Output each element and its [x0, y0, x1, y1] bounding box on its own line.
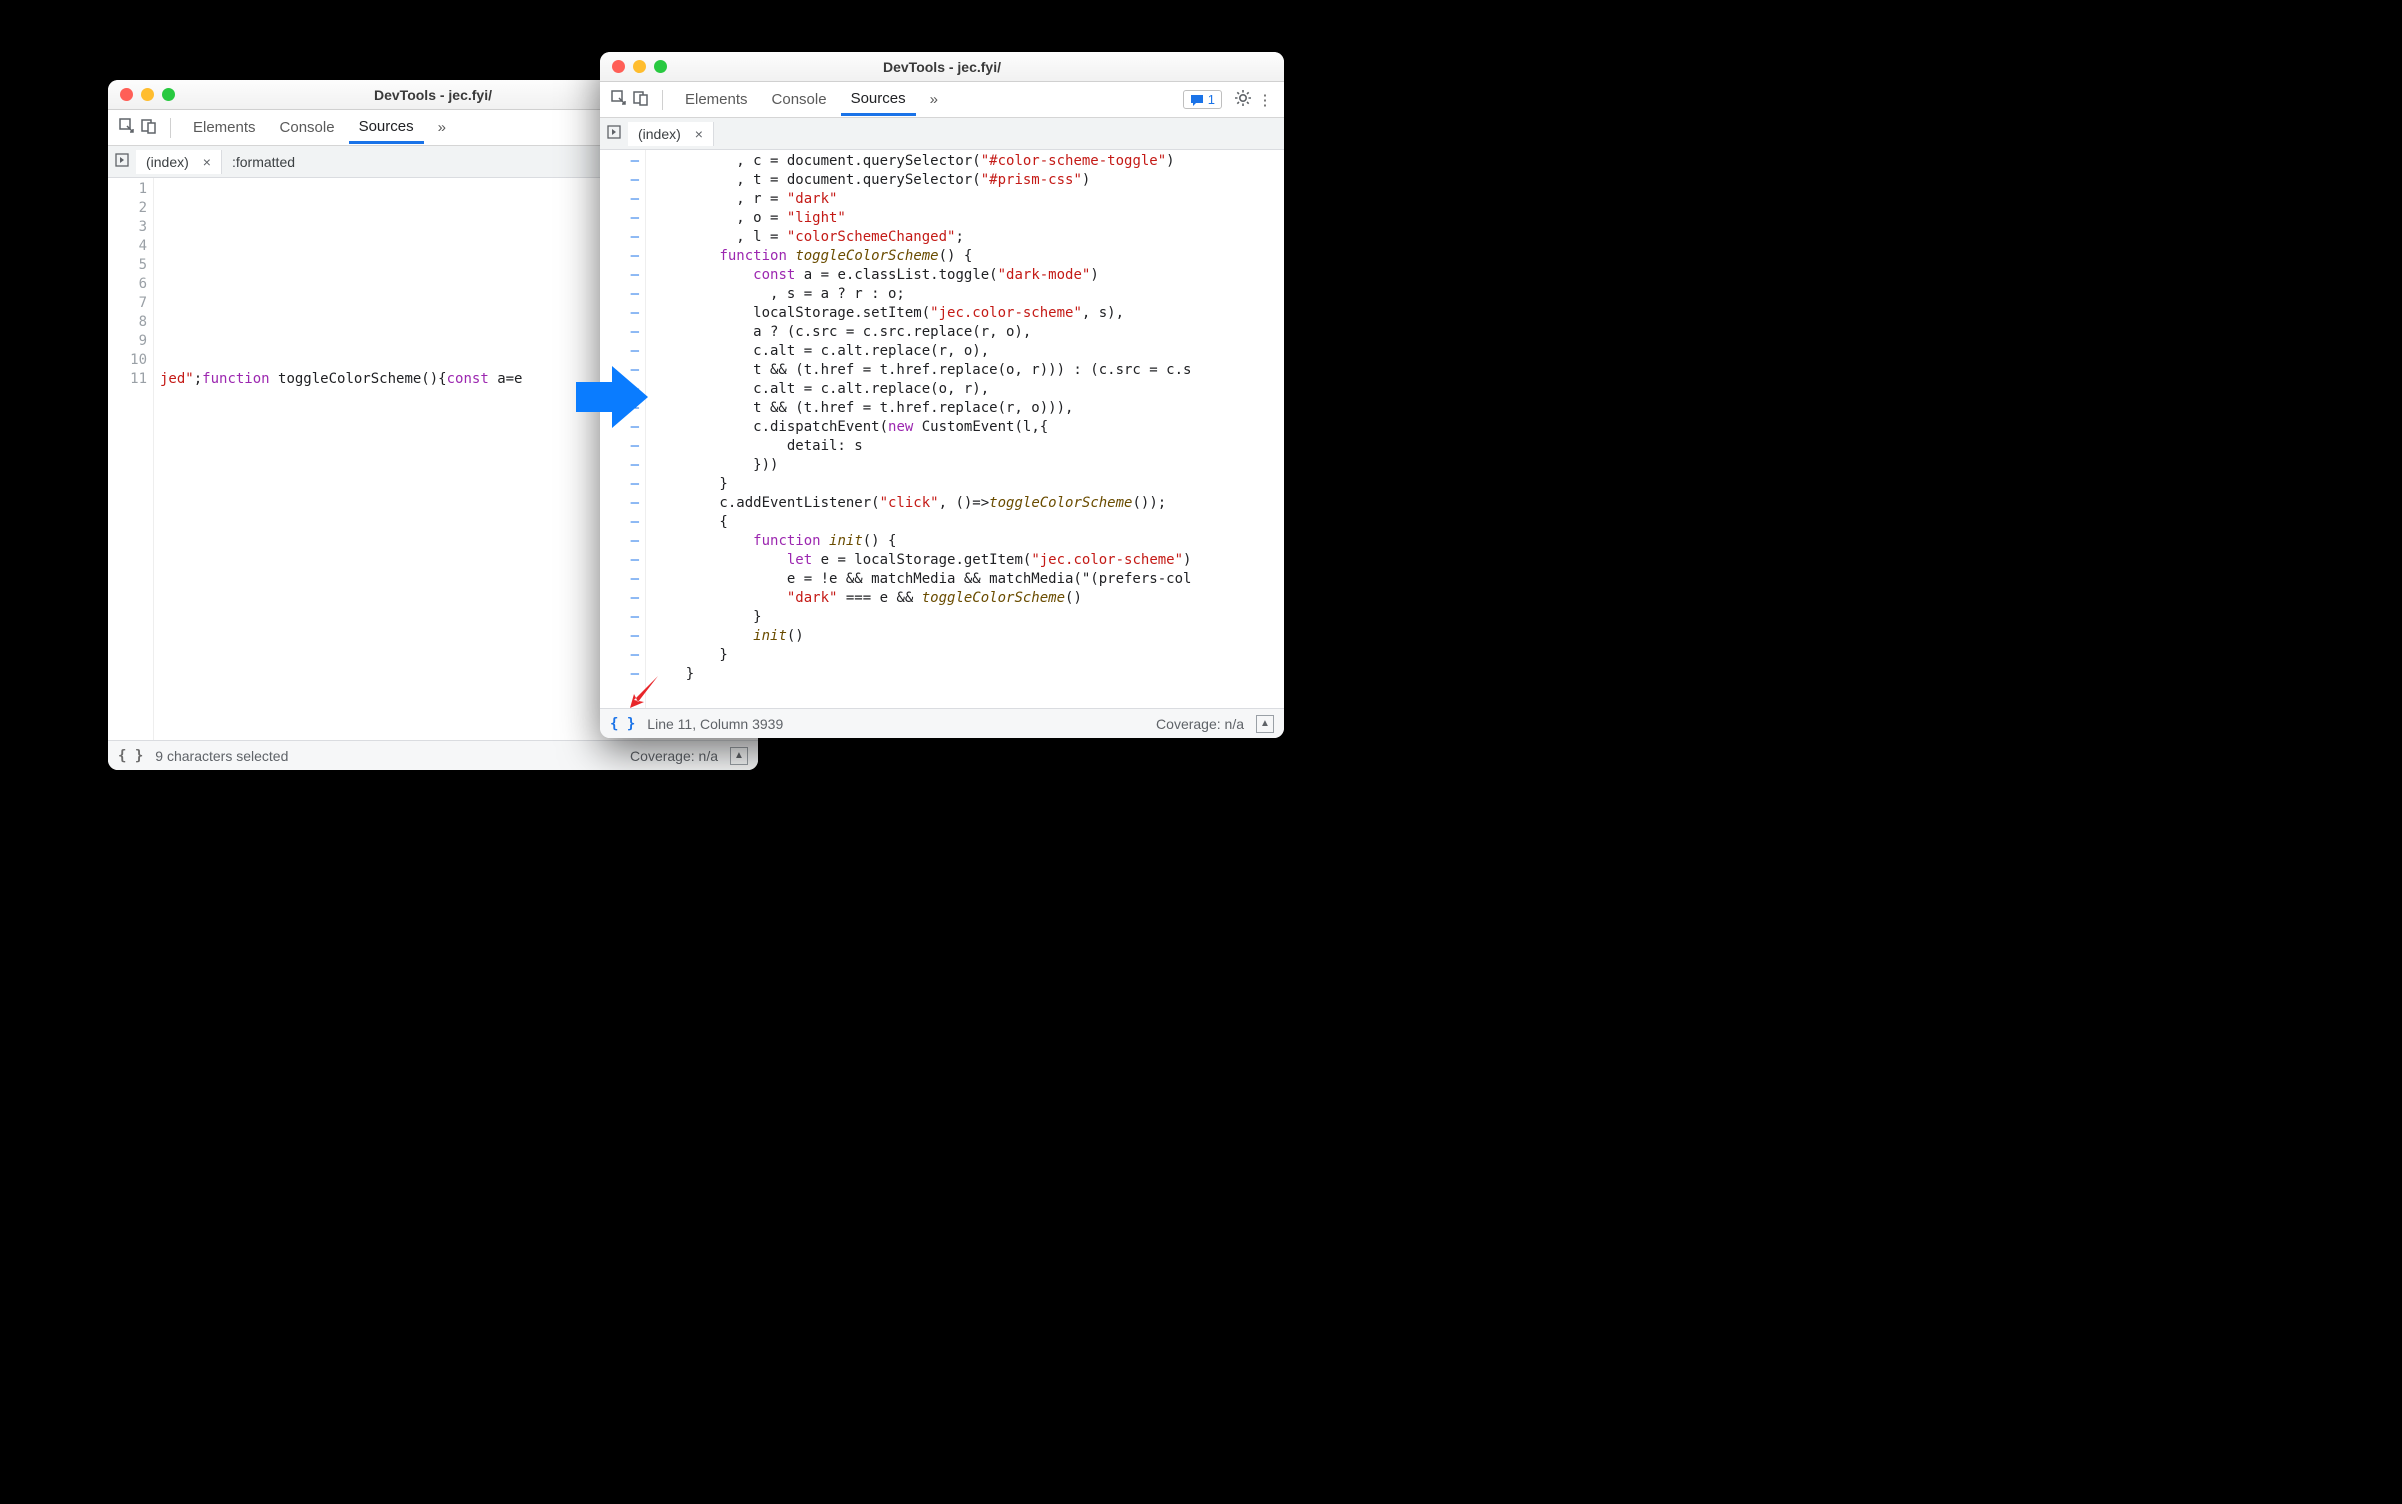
file-tab-label: (index) — [638, 126, 681, 142]
close-icon[interactable] — [612, 60, 625, 73]
traffic-lights — [120, 88, 175, 101]
minimize-icon[interactable] — [141, 88, 154, 101]
device-toggle-icon[interactable] — [140, 117, 158, 139]
coverage-status: Coverage: n/a — [630, 748, 718, 764]
pretty-print-icon[interactable]: { } — [610, 716, 635, 732]
titlebar[interactable]: DevTools - jec.fyi/ — [600, 52, 1284, 82]
navigator-toggle-icon[interactable] — [108, 153, 136, 170]
file-tab-label: (index) — [146, 154, 189, 170]
close-tab-icon[interactable]: × — [689, 126, 709, 142]
code-editor[interactable]: –––––––––––––––––––––––––––– , c = docum… — [600, 150, 1284, 708]
file-tab-formatted[interactable]: :formatted — [222, 150, 299, 174]
minimize-icon[interactable] — [633, 60, 646, 73]
separator — [170, 118, 171, 138]
selection-status: 9 characters selected — [155, 748, 288, 764]
device-toggle-icon[interactable] — [632, 89, 650, 111]
cursor-position: Line 11, Column 3939 — [647, 716, 783, 732]
zoom-icon[interactable] — [654, 60, 667, 73]
tab-sources[interactable]: Sources — [349, 112, 424, 144]
main-toolbar: Elements Console Sources » 1 ⋮ — [600, 82, 1284, 118]
close-tab-icon[interactable]: × — [197, 154, 217, 170]
messages-badge[interactable]: 1 — [1183, 90, 1222, 109]
close-icon[interactable] — [120, 88, 133, 101]
devtools-window-right: DevTools - jec.fyi/ Elements Console Sou… — [600, 52, 1284, 738]
show-drawer-icon[interactable]: ▲ — [1256, 715, 1274, 733]
file-tab-strip: (index) × — [600, 118, 1284, 150]
tab-elements[interactable]: Elements — [183, 113, 266, 142]
tab-overflow[interactable]: » — [428, 113, 456, 142]
message-icon — [1190, 93, 1204, 107]
tab-elements[interactable]: Elements — [675, 85, 758, 114]
navigator-toggle-icon[interactable] — [600, 125, 628, 142]
window-title: DevTools - jec.fyi/ — [600, 59, 1284, 75]
tab-console[interactable]: Console — [762, 85, 837, 114]
inspect-icon[interactable] — [118, 117, 136, 139]
show-drawer-icon[interactable]: ▲ — [730, 747, 748, 765]
inspect-icon[interactable] — [610, 89, 628, 111]
line-gutter: 1234567891011 — [108, 178, 154, 740]
separator — [662, 90, 663, 110]
file-tab-label: :formatted — [232, 154, 295, 170]
status-bar: { } Line 11, Column 3939 Coverage: n/a ▲ — [600, 708, 1284, 738]
messages-count: 1 — [1208, 92, 1215, 107]
code-area[interactable]: , c = document.querySelector("#color-sch… — [646, 150, 1284, 708]
file-tab-index[interactable]: (index) × — [136, 150, 222, 174]
tab-sources[interactable]: Sources — [841, 84, 916, 116]
blue-arrow-icon — [572, 362, 652, 432]
tab-overflow[interactable]: » — [920, 85, 948, 114]
status-bar: { } 9 characters selected Coverage: n/a … — [108, 740, 758, 770]
traffic-lights — [612, 60, 667, 73]
tab-console[interactable]: Console — [270, 113, 345, 142]
zoom-icon[interactable] — [162, 88, 175, 101]
coverage-status: Coverage: n/a — [1156, 716, 1244, 732]
more-icon[interactable]: ⋮ — [1256, 91, 1274, 109]
file-tab-index[interactable]: (index) × — [628, 122, 714, 146]
pretty-print-icon[interactable]: { } — [118, 748, 143, 764]
settings-icon[interactable] — [1234, 89, 1252, 111]
red-arrow-icon — [624, 672, 664, 708]
